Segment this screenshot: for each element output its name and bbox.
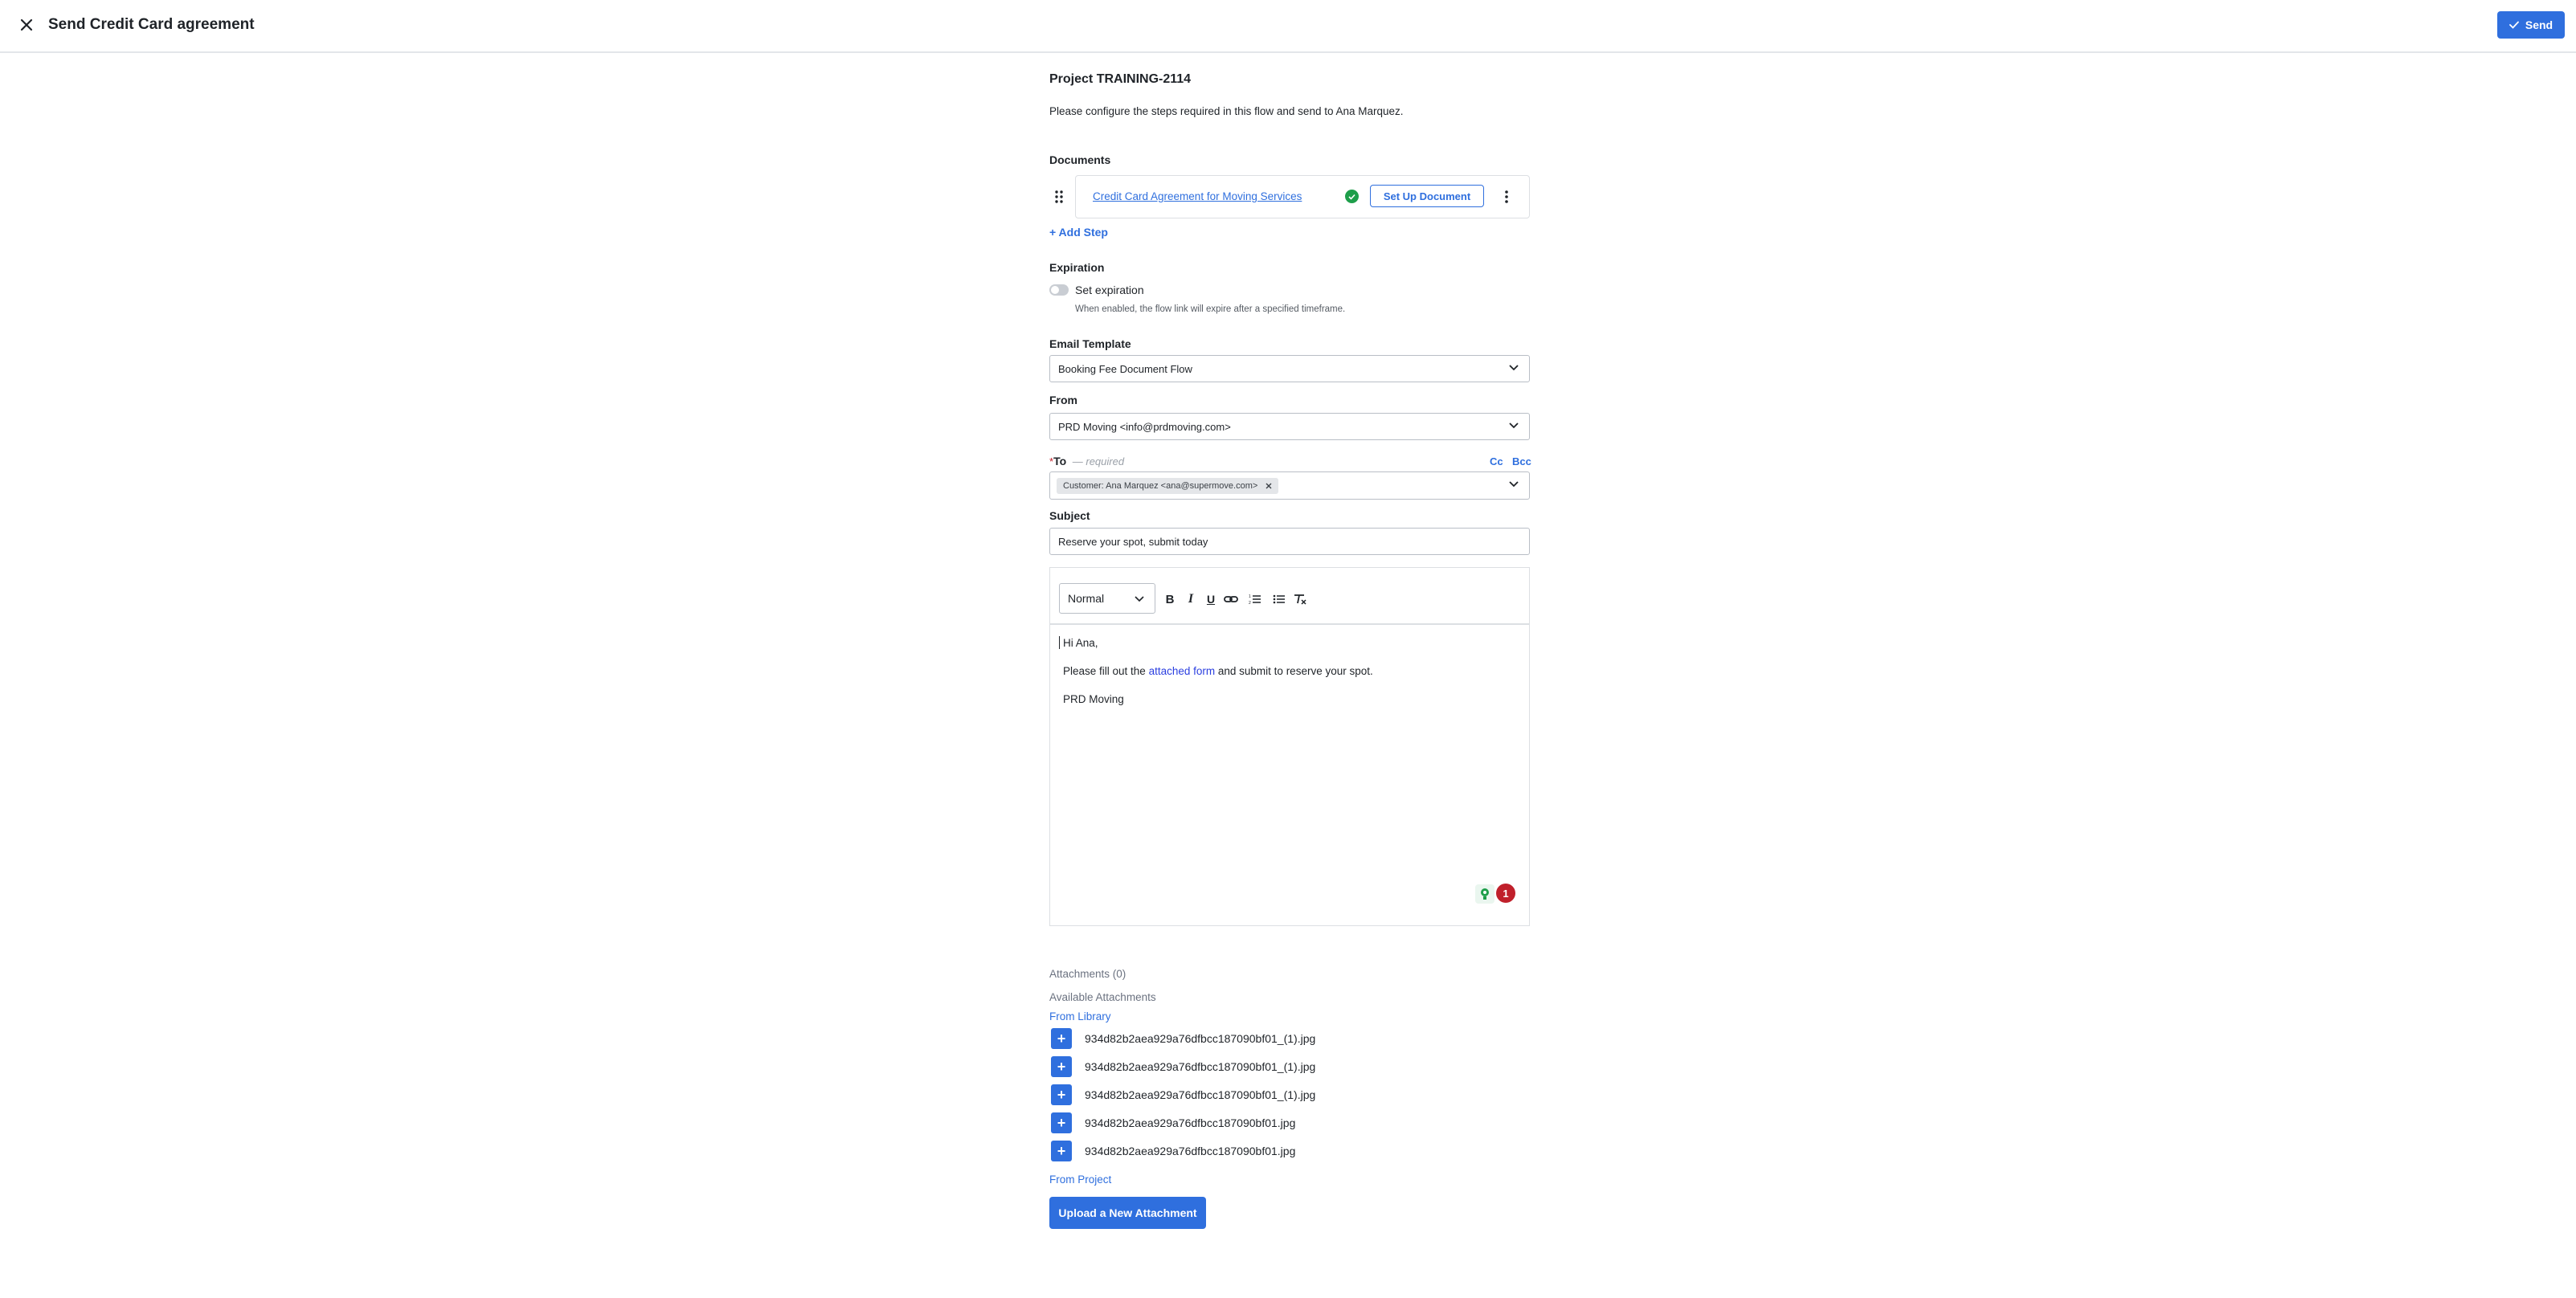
clear-formatting-icon[interactable] [1290,590,1310,609]
attachment-filename: 934d82b2aea929a76dfbcc187090bf01_(1).jpg [1085,1032,1316,1045]
add-attachment-button[interactable]: + [1051,1028,1072,1049]
body-greeting[interactable]: Hi Ana, [1063,637,1098,649]
document-link[interactable]: Credit Card Agreement for Moving Service… [1093,190,1302,202]
attachment-filename: 934d82b2aea929a76dfbcc187090bf01.jpg [1085,1145,1296,1157]
recipient-chip-label: Customer: Ana Marquez <ana@supermove.com… [1063,480,1258,491]
documents-heading: Documents [1049,153,1111,166]
expiration-heading: Expiration [1049,261,1105,274]
body-paragraph[interactable]: Please fill out the attached form and su… [1063,665,1373,677]
grammar-assistant-icon [1475,884,1494,904]
expiration-help: When enabled, the flow link will expire … [1075,304,1346,314]
add-step-button[interactable]: + Add Step [1049,226,1108,239]
expiration-toggle[interactable] [1049,284,1069,296]
library-attachment-row: + 934d82b2aea929a76dfbcc187090bf01_(1).j… [1051,1084,1315,1105]
from-select[interactable]: PRD Moving <info@prdmoving.com> [1049,413,1530,440]
library-attachment-row: + 934d82b2aea929a76dfbcc187090bf01_(1).j… [1051,1028,1315,1049]
from-project-link[interactable]: From Project [1049,1174,1111,1186]
subject-value: Reserve your spot, submit today [1058,535,1208,548]
email-body-editor [1049,567,1530,926]
to-recipients-select[interactable]: Customer: Ana Marquez <ana@supermove.com… [1049,471,1530,500]
bullet-list-icon[interactable] [1270,590,1289,609]
check-icon [2509,21,2519,29]
add-attachment-button[interactable]: + [1051,1056,1072,1077]
email-template-label: Email Template [1049,337,1131,350]
available-attachments-label: Available Attachments [1049,991,1156,1003]
toolbar-divider [1049,623,1530,625]
chevron-down-icon [1135,596,1144,602]
from-value: PRD Moving <info@prdmoving.com> [1058,420,1231,433]
library-attachment-row: + 934d82b2aea929a76dfbcc187090bf01_(1).j… [1051,1056,1315,1077]
to-label-row: *To — required [1049,455,1124,467]
send-label: Send [2525,18,2554,31]
text-format-value: Normal [1068,592,1105,605]
more-options-icon[interactable] [1497,186,1516,207]
library-attachment-row: + 934d82b2aea929a76dfbcc187090bf01.jpg [1051,1141,1295,1161]
body-signature[interactable]: PRD Moving [1063,693,1124,705]
attached-form-link[interactable]: attached form [1149,665,1216,677]
email-template-value: Booking Fee Document Flow [1058,362,1192,375]
bcc-button[interactable]: Bcc [1512,455,1531,467]
link-icon[interactable] [1221,590,1241,609]
cc-button[interactable]: Cc [1490,455,1503,467]
attachment-filename: 934d82b2aea929a76dfbcc187090bf01_(1).jpg [1085,1060,1316,1073]
svg-text:2: 2 [1249,601,1251,605]
set-up-document-button[interactable]: Set Up Document [1370,185,1484,207]
document-step: Credit Card Agreement for Moving Service… [1049,175,1530,218]
drag-handle-icon[interactable] [1049,175,1069,218]
library-attachment-row: + 934d82b2aea929a76dfbcc187090bf01.jpg [1051,1112,1295,1133]
from-library-link[interactable]: From Library [1049,1010,1111,1022]
underline-icon[interactable]: U [1201,590,1221,609]
chevron-down-icon [1509,365,1519,371]
send-button[interactable]: Send [2497,11,2565,39]
page-title: Send Credit Card agreement [48,16,255,33]
remove-chip-icon[interactable] [1266,483,1272,489]
italic-icon[interactable]: I [1181,590,1200,609]
bold-icon[interactable]: B [1160,590,1180,609]
body-text-before: Please fill out the [1063,665,1146,677]
add-attachment-button[interactable]: + [1051,1112,1072,1133]
add-attachment-button[interactable]: + [1051,1141,1072,1161]
grammar-issue-count-badge: 1 [1496,884,1515,903]
toggle-knob [1051,286,1059,294]
body-text-after: and submit to reserve your spot. [1217,665,1373,677]
svg-text:1: 1 [1249,594,1251,599]
document-card: Credit Card Agreement for Moving Service… [1075,175,1530,218]
to-required-hint: — required [1072,455,1125,467]
top-bar [0,0,2576,53]
close-icon [20,18,33,31]
project-description: Please configure the steps required in t… [1049,105,1404,117]
check-circle-icon [1345,190,1359,203]
grammar-widget[interactable]: 1 [1475,884,1515,904]
upload-attachment-button[interactable]: Upload a New Attachment [1049,1197,1206,1229]
text-format-select[interactable]: Normal [1059,583,1155,614]
ordered-list-icon[interactable]: 12 [1245,590,1265,609]
to-label: To [1053,455,1067,467]
from-label: From [1049,394,1077,406]
attachment-filename: 934d82b2aea929a76dfbcc187090bf01.jpg [1085,1116,1296,1129]
subject-label: Subject [1049,509,1090,522]
add-attachment-button[interactable]: + [1051,1084,1072,1105]
project-title: Project TRAINING-2114 [1049,72,1192,86]
recipient-chip: Customer: Ana Marquez <ana@supermove.com… [1057,477,1279,494]
expiration-toggle-label: Set expiration [1075,284,1144,296]
close-button[interactable] [14,13,39,37]
email-template-select[interactable]: Booking Fee Document Flow [1049,355,1530,382]
chevron-down-icon [1509,422,1519,429]
chevron-down-icon [1509,481,1519,488]
subject-input[interactable]: Reserve your spot, submit today [1049,528,1530,555]
attachment-filename: 934d82b2aea929a76dfbcc187090bf01_(1).jpg [1085,1088,1316,1101]
text-cursor [1059,636,1060,649]
attachments-count: Attachments (0) [1049,968,1126,980]
